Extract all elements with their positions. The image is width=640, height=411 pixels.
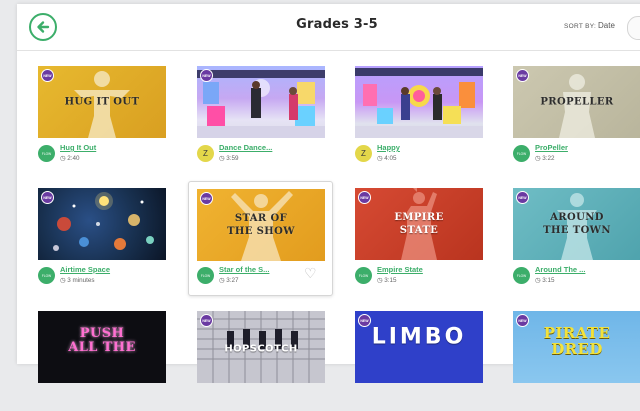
new-badge: NEW (200, 69, 213, 82)
video-card[interactable]: NEW FLOW Airtime Space ◷ 3 minutes (38, 188, 166, 288)
video-thumbnail[interactable]: NEW (197, 66, 325, 138)
video-card[interactable]: NEW Z Dance Dance... ◷ 3:59 (197, 66, 325, 166)
duration-text: 3:15 (384, 277, 397, 284)
video-thumbnail[interactable]: NEW (38, 188, 166, 260)
duration-text: 4:05 (384, 155, 397, 162)
video-title-link[interactable]: Dance Dance... (219, 143, 272, 152)
thumbnail-label: STAR OF THE SHOW (227, 213, 295, 237)
new-badge: NEW (41, 69, 54, 82)
video-title-link[interactable]: Hug It Out (60, 143, 96, 152)
video-card[interactable]: Z Happy ◷ 4:05 (355, 66, 483, 166)
new-badge: NEW (516, 69, 529, 82)
video-thumbnail[interactable]: HOPSCOTCH NEW (197, 311, 325, 383)
page-title: Grades 3-5 (296, 17, 378, 32)
flow-logo-icon: FLOW (355, 267, 372, 284)
video-meta: FLOW Empire State ◷ 3:15 (355, 264, 483, 288)
video-duration: ◷ 3:27 (219, 277, 239, 284)
video-card[interactable]: AROUND THE TOWN NEW FLOW Around The ... … (513, 188, 640, 288)
video-title-link[interactable]: Around The ... (535, 265, 585, 274)
video-meta: FLOW ProPeller ◷ 3:22 (513, 142, 640, 166)
header: Grades 3-5 SORT BY: Date (17, 4, 640, 51)
video-thumbnail[interactable]: STAR OF THE SHOW NEW (197, 189, 325, 261)
space-scene (53, 192, 154, 251)
sort-toggle[interactable] (627, 16, 640, 40)
video-card[interactable]: HOPSCOTCH NEW (197, 311, 325, 411)
video-card[interactable]: LIMBO NEW (355, 311, 483, 411)
video-thumbnail[interactable]: EMPIRE STATE NEW (355, 188, 483, 260)
thumbnail-label: PUSH ALL THE (68, 326, 136, 355)
duration-text: 2:40 (67, 155, 80, 162)
video-thumbnail[interactable]: AROUND THE TOWN NEW (513, 188, 640, 260)
video-card[interactable]: EMPIRE STATE NEW FLOW Empire State ◷ 3:1… (355, 188, 483, 288)
thumbnail-label: PROPELLER (540, 96, 614, 108)
video-title-link[interactable]: Empire State (377, 265, 423, 274)
sort-label: SORT BY: (564, 23, 597, 30)
duration-text: 3:59 (226, 155, 239, 162)
flow-logo-icon: FLOW (197, 267, 214, 284)
stage-scene (355, 68, 483, 138)
video-meta: FLOW Airtime Space ◷ 3 minutes (38, 264, 166, 288)
video-duration: ◷ 3 minutes (60, 277, 95, 284)
thumbnail-label: AROUND THE TOWN (543, 212, 611, 236)
video-thumbnail[interactable]: LIMBO NEW (355, 311, 483, 383)
video-meta: FLOW Hug It Out ◷ 2:40 (38, 142, 166, 166)
new-badge: NEW (516, 314, 529, 327)
video-meta: FLOW Around The ... ◷ 3:15 (513, 264, 640, 288)
new-badge: NEW (516, 191, 529, 204)
video-meta: Z Happy ◷ 4:05 (355, 142, 483, 166)
video-title-link[interactable]: Airtime Space (60, 265, 110, 274)
thumbnail-label: PIRATE DRED (543, 324, 611, 358)
video-thumbnail[interactable]: PUSH ALL THE (38, 311, 166, 383)
video-card-hovered[interactable]: STAR OF THE SHOW NEW FLOW Star of the S.… (188, 181, 333, 296)
video-card[interactable]: PROPELLER NEW FLOW ProPeller ◷ 3:22 (513, 66, 640, 166)
flow-logo-icon: FLOW (513, 267, 530, 284)
video-thumbnail[interactable]: PROPELLER NEW (513, 66, 640, 138)
duration-text: 3:15 (542, 277, 555, 284)
video-duration: ◷ 3:15 (535, 277, 555, 284)
new-badge: NEW (358, 314, 371, 327)
video-thumbnail[interactable]: HUG IT OUT NEW (38, 66, 166, 138)
new-badge: NEW (41, 191, 54, 204)
main-panel: Grades 3-5 SORT BY: Date HUG IT OUT NEW … (17, 4, 640, 383)
stage-scene (197, 70, 325, 138)
video-title-link[interactable]: Star of the S... (219, 265, 269, 274)
thumbnail-label: HUG IT OUT (64, 96, 140, 108)
video-card[interactable]: PIRATE DRED NEW (513, 311, 640, 411)
video-duration: ◷ 3:15 (377, 277, 397, 284)
video-duration: ◷ 3:59 (219, 155, 239, 162)
new-badge: NEW (200, 192, 213, 205)
thumbnail-label: EMPIRE STATE (394, 212, 444, 236)
video-title-link[interactable]: Happy (377, 143, 400, 152)
zumba-logo-icon: Z (197, 145, 214, 162)
video-meta: FLOW Star of the S... ◷ 3:27 ♡ (197, 264, 325, 288)
video-thumbnail[interactable] (355, 66, 483, 138)
flow-logo-icon: FLOW (38, 145, 55, 162)
zumba-logo-icon: Z (355, 145, 372, 162)
video-meta: Z Dance Dance... ◷ 3:59 (197, 142, 325, 166)
flow-logo-icon: FLOW (38, 267, 55, 284)
new-badge: NEW (358, 191, 371, 204)
video-card[interactable]: PUSH ALL THE (38, 311, 166, 411)
video-duration: ◷ 4:05 (377, 155, 397, 162)
duration-text: 3 minutes (67, 277, 95, 284)
video-duration: ◷ 3:22 (535, 155, 555, 162)
video-card[interactable]: HUG IT OUT NEW FLOW Hug It Out ◷ 2:40 (38, 66, 166, 166)
thumbnail-label: HOPSCOTCH (224, 343, 298, 355)
video-title-link[interactable]: ProPeller (535, 143, 568, 152)
video-thumbnail[interactable]: PIRATE DRED NEW (513, 311, 640, 383)
heart-icon[interactable]: ♡ (304, 265, 317, 282)
thumbnail-label: LIMBO (371, 324, 467, 350)
sort-value[interactable]: Date (598, 21, 615, 30)
flow-logo-icon: FLOW (513, 145, 530, 162)
duration-text: 3:27 (226, 277, 239, 284)
video-duration: ◷ 2:40 (60, 155, 80, 162)
new-badge: NEW (200, 314, 213, 327)
duration-text: 3:22 (542, 155, 555, 162)
